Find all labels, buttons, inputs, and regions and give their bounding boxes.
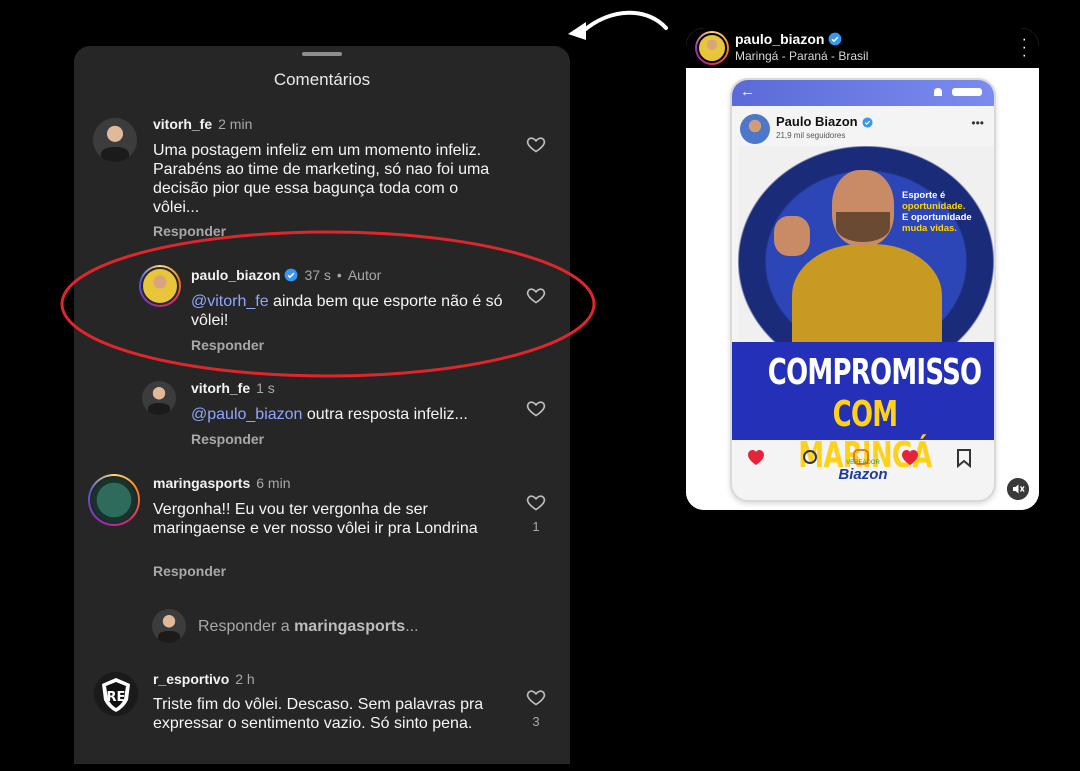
like-count: 3: [532, 714, 540, 729]
biazon-logo: Biazon: [838, 466, 888, 483]
slogan-text: Esporte é oportunidade. E oportunidade m…: [902, 190, 972, 234]
instagram-post: paulo_biazon Maringá - Paraná - Brasil ·…: [686, 28, 1039, 510]
avatar[interactable]: RE: [94, 672, 138, 716]
post-header: paulo_biazon Maringá - Paraná - Brasil ·…: [686, 28, 1039, 68]
verified-badge-icon: [862, 117, 873, 128]
heart-icon[interactable]: [526, 687, 546, 707]
phone-status-bar: ←: [732, 80, 994, 106]
curved-arrow-icon: [568, 10, 668, 40]
followers-count: 21,9 mil seguidores: [776, 131, 846, 140]
more-horizontal-icon: •••: [971, 116, 984, 130]
comment: RE r_esportivo 2 h Triste fim do vôlei. D…: [74, 46, 570, 764]
back-arrow-icon: ←: [740, 83, 755, 100]
comment-time: 2 h: [235, 671, 255, 687]
phone-mockup: ← Paulo Biazon 21,9 mil seguidores ••• E…: [730, 78, 996, 502]
person-beard: [836, 212, 890, 242]
mute-icon[interactable]: [1007, 478, 1029, 500]
profile-row: Paulo Biazon 21,9 mil seguidores •••: [740, 112, 988, 146]
raised-fist: [774, 216, 810, 256]
avatar: [740, 114, 770, 144]
comments-panel: Comentários vitorh_fe 2 min Uma postagem …: [74, 46, 570, 764]
post-image[interactable]: ← Paulo Biazon 21,9 mil seguidores ••• E…: [686, 68, 1039, 510]
comment-username[interactable]: r_esportivo: [153, 671, 229, 687]
person-shirt: [792, 244, 942, 356]
verified-badge-icon: [829, 32, 842, 46]
comment-text: Triste fim do vôlei. Descaso. Sem palavr…: [153, 696, 484, 732]
avatar[interactable]: [695, 31, 729, 65]
svg-text:RE: RE: [107, 690, 126, 705]
slogan-banner: COMPROMISSO COM MARINGÁ: [732, 342, 994, 476]
profile-name: Paulo Biazon: [776, 114, 873, 129]
post-username[interactable]: paulo_biazon: [735, 31, 842, 47]
torn-paper-background: Esporte é oportunidade. E oportunidade m…: [738, 146, 994, 356]
more-vertical-icon[interactable]: · · ·: [1022, 32, 1027, 64]
highlight-ellipse: [60, 230, 596, 378]
banner-line-1: COMPROMISSO: [767, 352, 982, 393]
notification-icons: [934, 88, 982, 96]
post-location[interactable]: Maringá - Paraná - Brasil: [735, 49, 868, 63]
